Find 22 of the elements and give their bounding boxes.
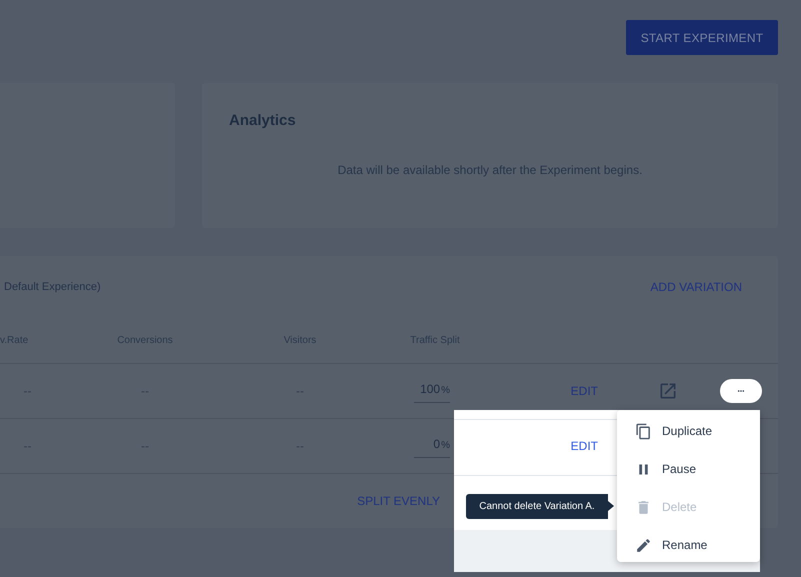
add-variation-link[interactable]: ADD VARIATION — [650, 280, 742, 294]
pencil-icon — [635, 536, 652, 554]
external-link-icon — [658, 381, 678, 401]
menu-item[interactable]: Duplicate — [617, 412, 760, 450]
start-experiment-button[interactable]: START EXPERIMENT — [626, 20, 778, 55]
card-title: Analytics — [229, 112, 297, 129]
table-cell: -- — [141, 439, 149, 453]
edit-link[interactable]: EDIT — [570, 384, 598, 398]
copy-icon — [635, 422, 652, 440]
table-cell: -- — [296, 439, 304, 453]
table-cell: -- — [24, 439, 32, 453]
table-cell: -- — [296, 384, 304, 398]
menu-item[interactable]: Rename — [617, 526, 760, 564]
more-button[interactable] — [720, 379, 762, 403]
traffic-split-field[interactable]: 0% — [414, 434, 450, 458]
traffic-split-field[interactable]: 100% — [414, 380, 450, 402]
table-cell: -- — [24, 384, 32, 398]
menu-item[interactable]: Pause — [617, 450, 760, 488]
edit-link[interactable]: EDIT — [570, 439, 598, 453]
tooltip: Cannot delete Variation A. — [466, 494, 614, 519]
table-cell: -- — [141, 384, 149, 398]
split-evenly-link[interactable]: SPLIT EVENLY — [357, 494, 440, 508]
